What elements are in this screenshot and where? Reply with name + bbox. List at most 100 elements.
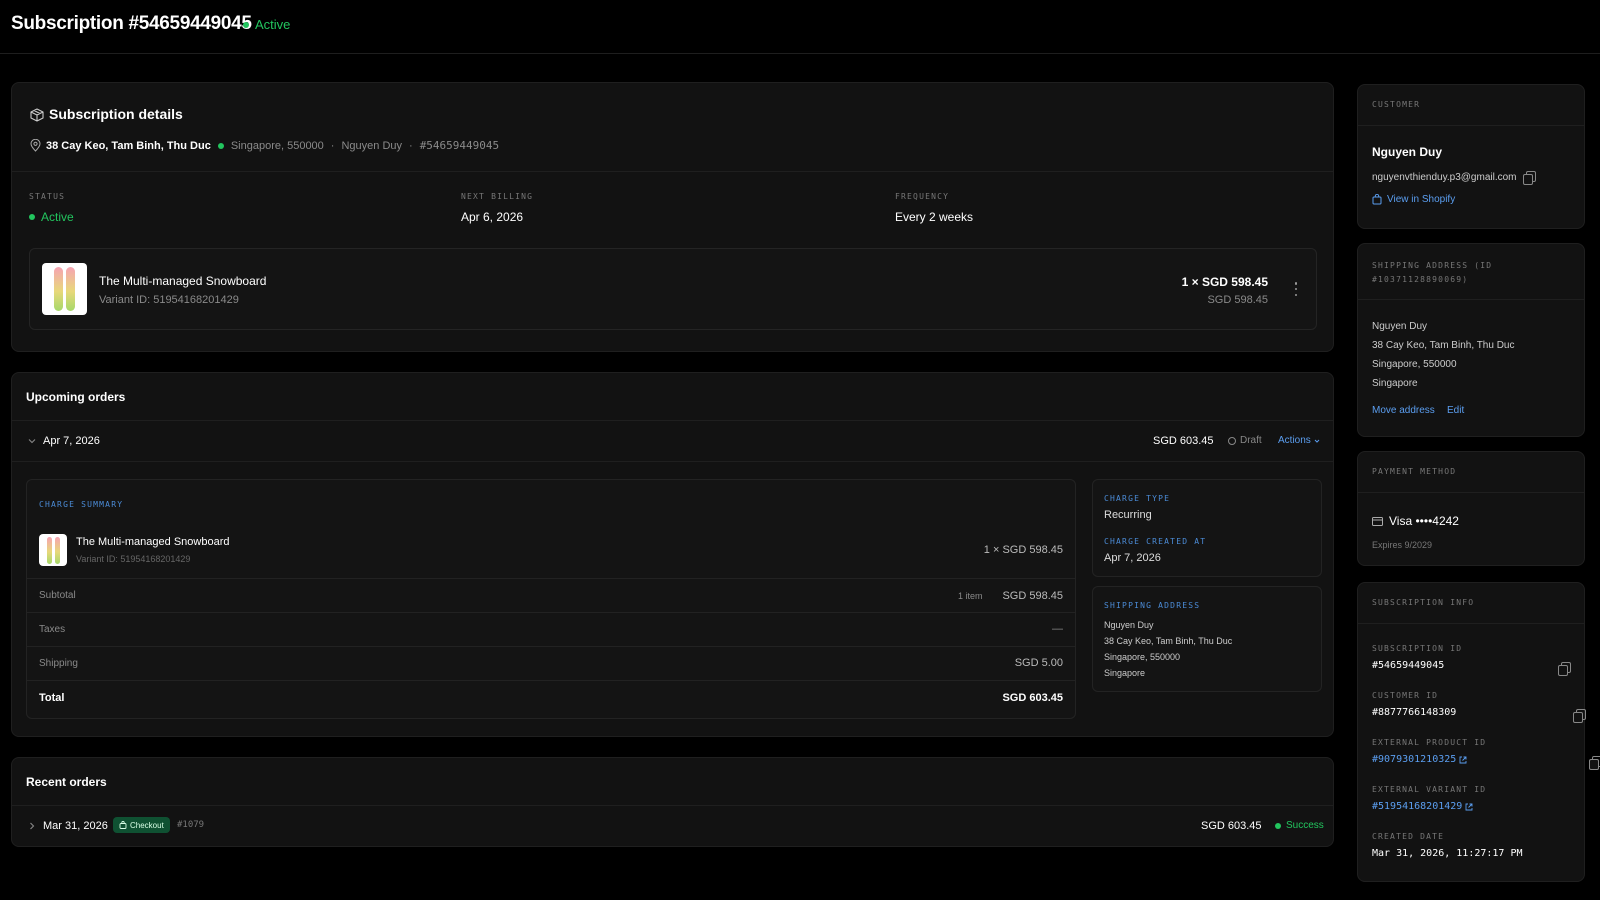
shipping-line3: Singapore — [1372, 378, 1418, 389]
variant-id-link[interactable]: #51954168201429 — [1372, 801, 1473, 812]
customer-email: nguyenvthienduy.p3@gmail.com — [1372, 171, 1517, 183]
recent-order-row[interactable]: Mar 31, 2026 Checkout #1079 SGD 603.45 S… — [12, 806, 1333, 846]
upcoming-order-row[interactable]: Apr 7, 2026 SGD 603.45 Draft Actions — [12, 421, 1333, 461]
divider — [1358, 299, 1584, 300]
sub-id-value: #54659449045 — [1372, 660, 1445, 671]
chevron-down-icon — [1314, 439, 1320, 443]
charge-created-value: Apr 7, 2026 — [1104, 552, 1161, 564]
more-options-icon[interactable] — [1294, 282, 1298, 296]
copy-icon[interactable] — [1522, 171, 1536, 185]
next-billing-value: Apr 6, 2026 — [461, 210, 524, 224]
shipping-address-card: SHIPPING ADDRESS (ID #10371128890069) Ng… — [1357, 243, 1585, 437]
next-billing-label: NEXT BILLING — [461, 192, 534, 201]
taxes-value: — — [1052, 623, 1063, 635]
page-header: Subscription #54659449045 Active — [0, 0, 1600, 54]
payment-method-card: PAYMENT METHOD Visa ••••4242 Expires 9/2… — [1357, 451, 1585, 566]
credit-card-icon — [1372, 516, 1383, 526]
draft-badge: Draft — [1228, 435, 1262, 446]
divider — [1358, 492, 1584, 493]
address-dot — [217, 142, 224, 149]
sub-id-label: SUBSCRIPTION ID — [1372, 644, 1463, 653]
separator-dot: · — [409, 139, 413, 152]
details-city: Singapore, 550000 — [230, 139, 324, 152]
row-divider — [27, 612, 1075, 613]
actions-dropdown[interactable]: Actions — [1278, 435, 1320, 446]
payment-label: PAYMENT METHOD — [1372, 467, 1457, 476]
details-id: #54659449045 — [419, 139, 500, 152]
view-in-shopify-text: View in Shopify — [1387, 194, 1456, 205]
customer-email-row: nguyenvthienduy.p3@gmail.com — [1372, 171, 1536, 185]
recent-title: Recent orders — [26, 775, 107, 789]
details-address: 38 Cay Keo, Tam Binh, Thu Duc — [46, 139, 211, 152]
copy-icon[interactable] — [1573, 709, 1587, 723]
actions-label: Actions — [1278, 435, 1311, 446]
subscription-info-label: SUBSCRIPTION INFO — [1372, 598, 1475, 607]
move-address-link[interactable]: Move address — [1372, 405, 1435, 416]
customer-id-label: CUSTOMER ID — [1372, 691, 1439, 700]
divider — [12, 461, 1333, 462]
ship-line1: 38 Cay Keo, Tam Binh, Thu Duc — [1104, 636, 1233, 646]
product-thumbnail — [42, 263, 87, 315]
ship-name: Nguyen Duy — [1104, 620, 1154, 630]
upcoming-title: Upcoming orders — [26, 390, 126, 404]
charge-type-label: CHARGE TYPE — [1104, 494, 1171, 503]
details-customer: Nguyen Duy — [341, 139, 403, 152]
upcoming-orders-card: Upcoming orders Apr 7, 2026 SGD 603.45 D… — [11, 372, 1334, 737]
customer-label: CUSTOMER — [1372, 100, 1421, 109]
product-id-link[interactable]: #9079301210325 — [1372, 754, 1467, 765]
recent-order-number[interactable]: #1079 — [177, 820, 204, 830]
row-divider — [27, 578, 1075, 579]
charge-shipping-box: SHIPPING ADDRESS Nguyen Duy 38 Cay Keo, … — [1092, 586, 1322, 692]
payment-expires: Expires 9/2029 — [1372, 540, 1433, 550]
external-link-icon — [1459, 756, 1467, 763]
customer-name[interactable]: Nguyen Duy — [1372, 145, 1442, 159]
chevron-down-icon[interactable] — [28, 437, 36, 445]
draft-text: Draft — [1240, 435, 1262, 446]
customer-id-value: #8877766148309 — [1372, 707, 1457, 718]
divider — [1358, 623, 1584, 624]
divider — [1358, 125, 1584, 126]
total-value: SGD 603.45 — [1002, 692, 1063, 704]
total-label: Total — [39, 692, 65, 704]
shipping-line2: Singapore, 550000 — [1372, 359, 1457, 370]
payment-card-row: Visa ••••4242 — [1372, 514, 1459, 528]
view-in-shopify-link[interactable]: View in Shopify — [1372, 194, 1455, 205]
chevron-right-icon[interactable] — [28, 822, 36, 830]
product-name[interactable]: The Multi-managed Snowboard — [99, 274, 266, 288]
product-id-label: EXTERNAL PRODUCT ID — [1372, 738, 1487, 747]
package-icon — [30, 108, 44, 122]
checkout-badge-text: Checkout — [130, 820, 164, 830]
upcoming-amount: SGD 603.45 — [1153, 435, 1214, 447]
status-badge: Active — [243, 17, 290, 32]
variant-id-value: #51954168201429 — [1372, 801, 1463, 812]
copy-icon[interactable] — [1588, 756, 1600, 770]
row-divider — [27, 680, 1075, 681]
status-dot — [243, 21, 249, 28]
page-title: Subscription #54659449045 — [11, 13, 252, 34]
shipping-line1: 38 Cay Keo, Tam Binh, Thu Duc — [1372, 340, 1515, 351]
edit-address-link[interactable]: Edit — [1447, 405, 1464, 416]
product-line[interactable]: The Multi-managed Snowboard Variant ID: … — [29, 248, 1317, 330]
ship-label: SHIPPING ADDRESS — [1104, 601, 1201, 610]
recent-amount: SGD 603.45 — [1201, 820, 1262, 832]
location-pin-icon — [30, 139, 41, 152]
row-divider — [27, 646, 1075, 647]
status-value-text: Active — [41, 210, 74, 224]
snowboard-image — [46, 536, 52, 564]
created-date-value: Mar 31, 2026, 11:27:17 PM — [1372, 848, 1523, 859]
shopify-bag-icon — [1372, 194, 1382, 205]
checkout-badge: Checkout — [113, 817, 170, 833]
copy-icon[interactable] — [1558, 662, 1571, 676]
charge-type-box: CHARGE TYPE Recurring CHARGE CREATED AT … — [1092, 479, 1322, 577]
product-line-total: SGD 598.45 — [1207, 294, 1268, 306]
status-dot — [29, 214, 35, 220]
snowboard-image — [66, 267, 75, 311]
recent-orders-card: Recent orders Mar 31, 2026 Checkout #107… — [11, 757, 1334, 847]
success-text: Success — [1286, 820, 1324, 831]
subscription-info-card: SUBSCRIPTION INFO SUBSCRIPTION ID #54659… — [1357, 582, 1600, 882]
charge-summary-label: CHARGE SUMMARY — [39, 500, 124, 509]
charge-type-value: Recurring — [1104, 509, 1152, 521]
status-label: STATUS — [29, 192, 66, 201]
taxes-label: Taxes — [39, 624, 66, 635]
charge-created-label: CHARGE CREATED AT — [1104, 537, 1207, 546]
